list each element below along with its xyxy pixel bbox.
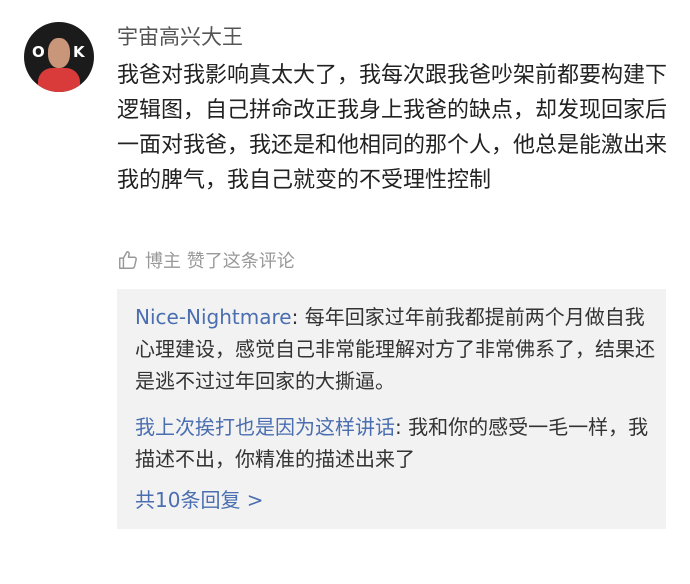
reply-username[interactable]: 我上次挨打也是因为这样讲话 xyxy=(135,415,395,439)
reply-username[interactable]: Nice-Nightmare xyxy=(135,305,292,329)
avatar-letter-right: K xyxy=(73,43,85,61)
author-liked-label: 博主 赞了这条评论 xyxy=(145,251,295,272)
reply-separator: : xyxy=(291,305,305,329)
avatar-face xyxy=(48,38,70,68)
comment-text: 我爸对我影响真太大了，我每次跟我爸吵架前都要构建下逻辑图，自己拼命改正我身上我爸… xyxy=(117,63,668,193)
replies-box: Nice-Nightmare: 每年回家过年前我都提前两个月做自我心理建设，感觉… xyxy=(117,289,666,529)
more-replies-link[interactable]: 共10条回复 > xyxy=(135,485,264,515)
author-liked-row: 博主 赞了这条评论 xyxy=(117,246,295,274)
avatar-shirt xyxy=(38,68,80,92)
thumbs-up-icon xyxy=(119,251,137,269)
avatar[interactable]: O K xyxy=(24,22,94,92)
reply-item: 我上次挨打也是因为这样讲话: 我和你的感受一毛一样，我描述不出，你精准的描述出来… xyxy=(135,411,655,475)
reply-item: Nice-Nightmare: 每年回家过年前我都提前两个月做自我心理建设，感觉… xyxy=(135,301,655,397)
avatar-letter-left: O xyxy=(32,43,45,61)
comment-username[interactable]: 宇宙高兴大王 xyxy=(117,22,243,52)
reply-separator: : xyxy=(395,415,409,439)
